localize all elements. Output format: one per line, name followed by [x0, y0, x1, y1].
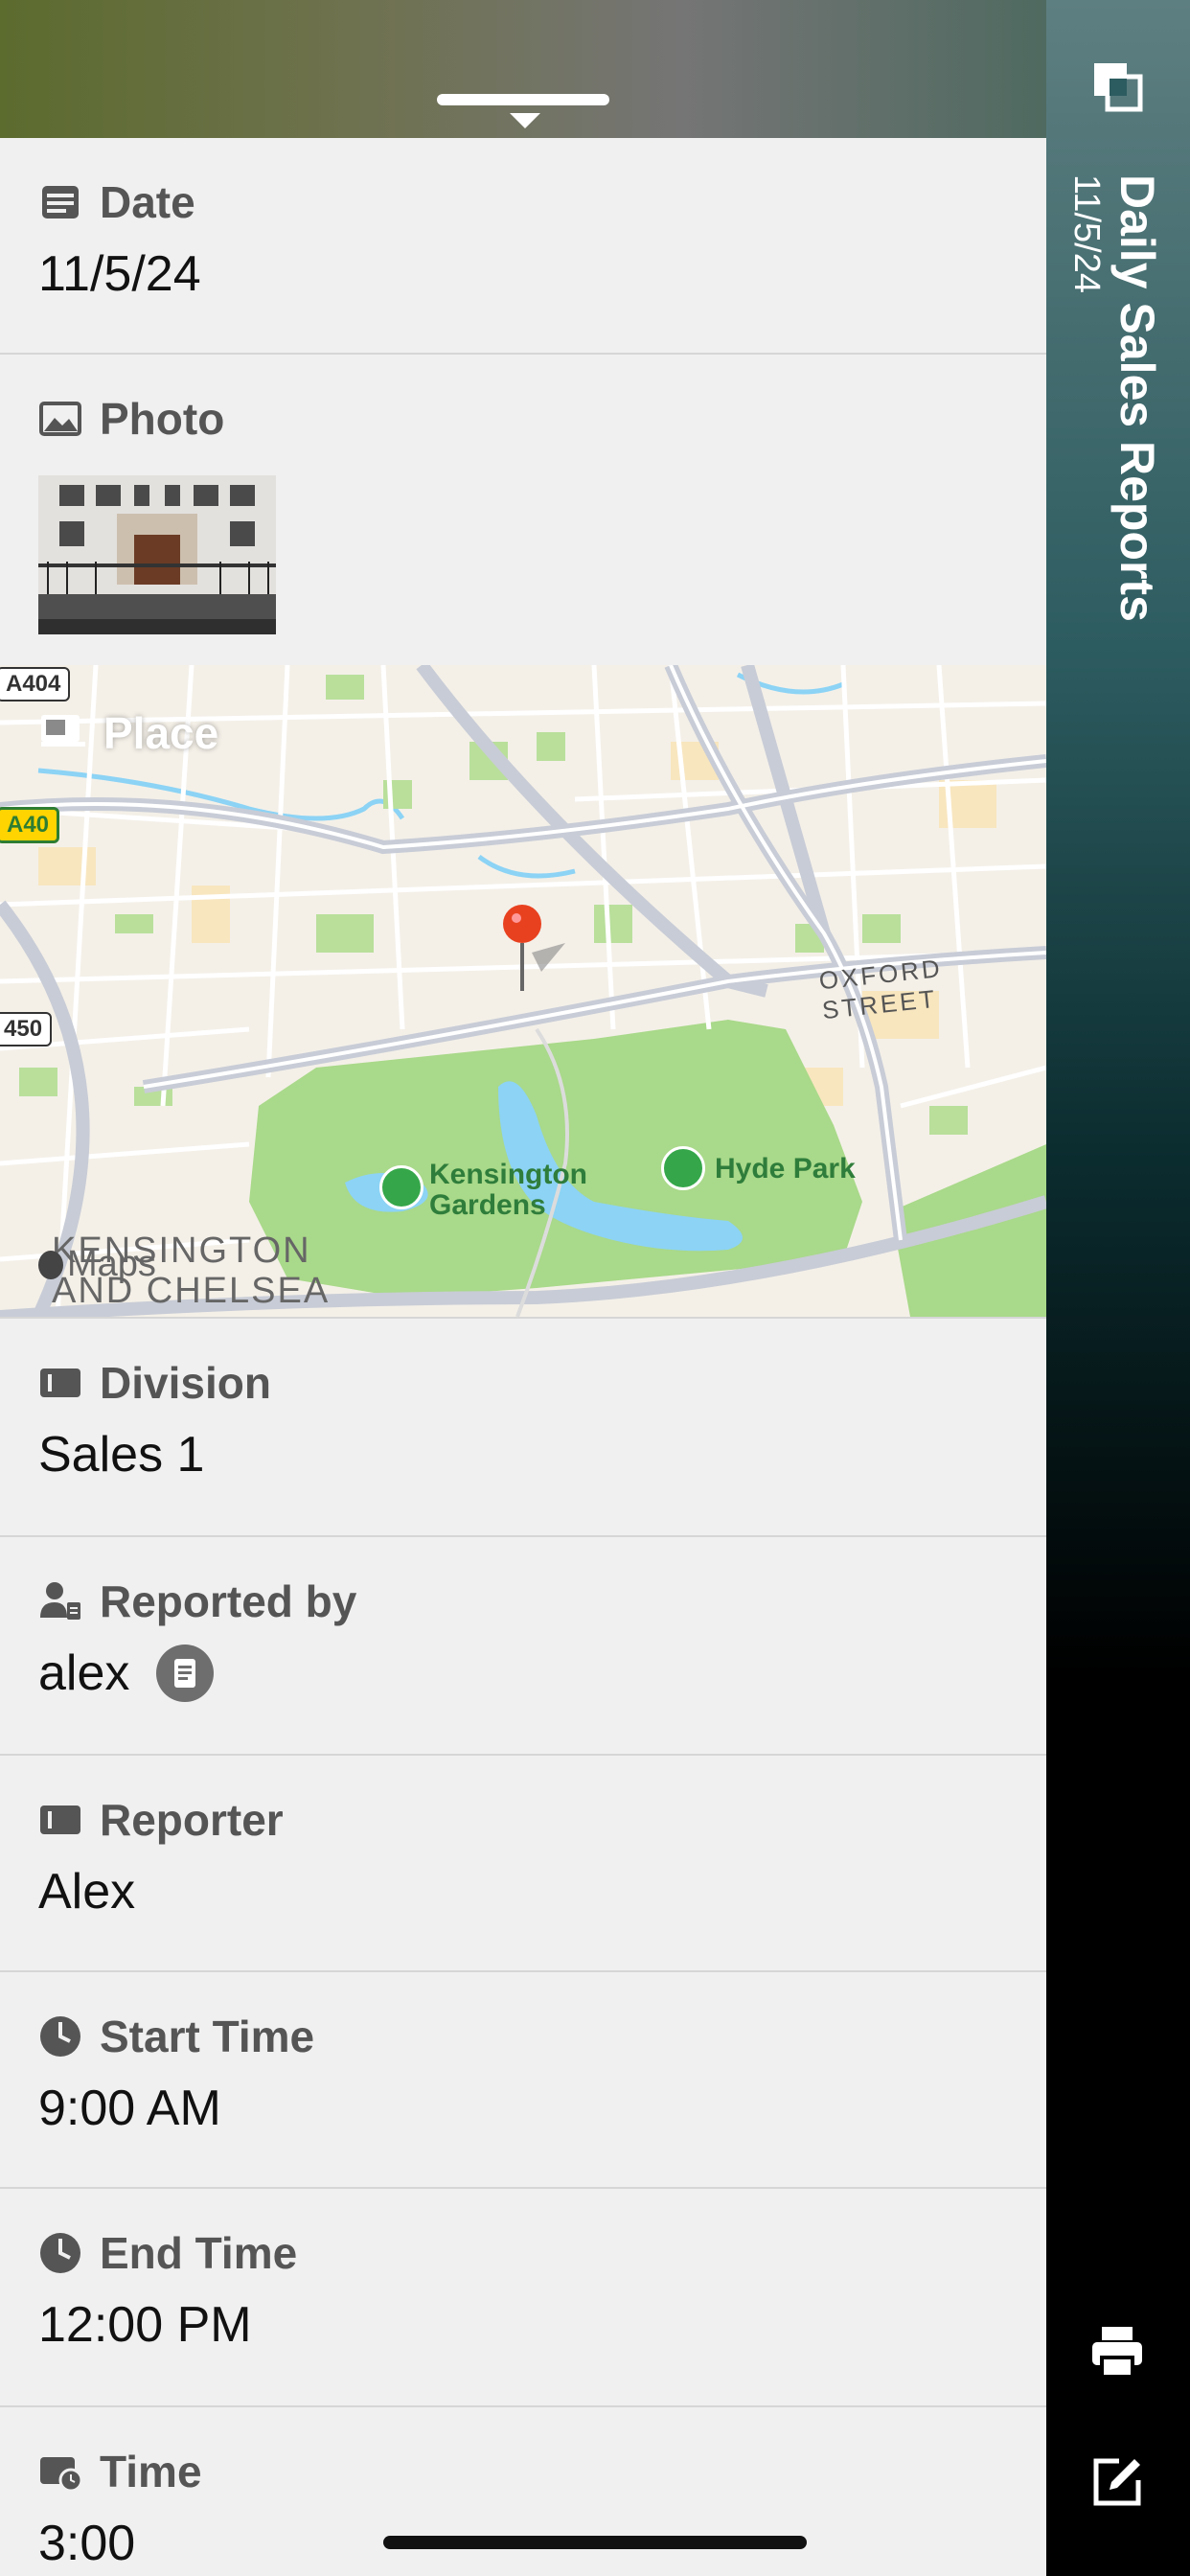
- reporter-label: Reporter: [100, 1795, 284, 1845]
- place-map[interactable]: Place A404 A40 450 OXFORD STREET Kensing…: [0, 665, 1046, 1317]
- timer-icon: [38, 2450, 83, 2494]
- clock-icon: [38, 2231, 82, 2275]
- sheet-header: [0, 0, 1046, 138]
- reported-by-field[interactable]: Reported by alex: [0, 1537, 1046, 1756]
- start-time-field[interactable]: Start Time 9:00 AM: [0, 1972, 1046, 2189]
- road-shield-a404: A404: [0, 667, 71, 702]
- sidebar-subtitle: 11/5/24: [1066, 174, 1107, 293]
- printer-icon[interactable]: [1088, 2323, 1146, 2380]
- reported-by-value: alex: [38, 1645, 130, 1701]
- division-label: Division: [100, 1358, 271, 1408]
- photo-thumbnail[interactable]: [38, 475, 276, 634]
- reporter-field[interactable]: Reporter Alex: [0, 1756, 1046, 1972]
- time-label: Time: [100, 2447, 202, 2496]
- map-icon: [38, 711, 86, 755]
- text-field-icon: [38, 1361, 82, 1405]
- end-time-value: 12:00 PM: [38, 2297, 252, 2353]
- photo-label: Photo: [100, 394, 225, 444]
- place-label-row: Place: [38, 707, 218, 759]
- apple-logo-icon: [38, 1250, 63, 1279]
- start-time-value: 9:00 AM: [38, 2081, 221, 2136]
- photo-icon: [38, 397, 82, 441]
- reporter-value: Alex: [38, 1864, 136, 1920]
- edit-icon[interactable]: [1088, 2453, 1146, 2511]
- clock-icon: [38, 2014, 82, 2058]
- time-field[interactable]: Time 3:00: [0, 2407, 1046, 2576]
- end-time-field[interactable]: End Time 12:00 PM: [0, 2189, 1046, 2407]
- hyde-park-label: Hyde Park: [715, 1153, 856, 1184]
- side-panel: Daily Sales Reports 11/5/24: [1046, 0, 1190, 2576]
- date-value: 11/5/24: [38, 246, 201, 302]
- user-icon: [38, 1579, 82, 1623]
- calendar-icon: [38, 180, 82, 224]
- place-label: Place: [103, 708, 219, 758]
- start-time-label: Start Time: [100, 2012, 315, 2061]
- end-time-label: End Time: [100, 2228, 298, 2278]
- photo-field[interactable]: Photo: [0, 355, 1046, 665]
- layers-icon[interactable]: [1088, 59, 1146, 117]
- kensington-gardens-label: Kensington Gardens: [429, 1159, 587, 1221]
- date-label: Date: [100, 177, 195, 227]
- sidebar-title: Daily Sales Reports: [1110, 174, 1164, 622]
- division-value: Sales 1: [38, 1427, 205, 1483]
- reported-by-label: Reported by: [100, 1576, 357, 1626]
- sheet-grabber[interactable]: [437, 94, 609, 105]
- time-value: 3:00: [38, 2516, 136, 2571]
- road-shield-a450: 450: [0, 1012, 53, 1046]
- record-detail-view: Date 11/5/24 Photo Place A404 A40 450 OX…: [0, 0, 1046, 2576]
- maps-attribution[interactable]: Maps: [38, 1244, 156, 1285]
- home-indicator: [383, 2536, 807, 2549]
- tree-icon: [661, 1146, 705, 1190]
- date-field[interactable]: Date 11/5/24: [0, 138, 1046, 355]
- park-icon: [379, 1165, 423, 1209]
- text-field-icon: [38, 1798, 82, 1842]
- record-link-icon[interactable]: [156, 1644, 215, 1702]
- road-shield-a40: A40: [0, 807, 60, 843]
- chevron-down-icon[interactable]: [510, 113, 540, 128]
- division-field[interactable]: Division Sales 1: [0, 1317, 1046, 1537]
